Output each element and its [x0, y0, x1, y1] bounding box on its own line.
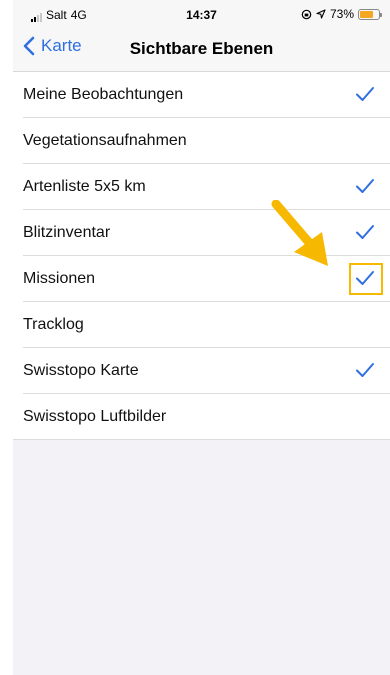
layer-label: Blitzinventar [23, 224, 111, 241]
layer-row[interactable]: Artenliste 5x5 km [13, 164, 390, 210]
battery-percent: 73% [329, 7, 354, 21]
layer-label: Swisstopo Karte [23, 362, 139, 379]
battery-fill [360, 10, 374, 18]
layer-label: Vegetationsaufnahmen [23, 132, 187, 149]
layer-row[interactable]: Swisstopo Luftbilder [13, 394, 390, 440]
layer-label: Swisstopo Luftbilder [23, 408, 167, 425]
layer-row[interactable]: Meine Beobachtungen [13, 72, 390, 118]
battery-icon [358, 8, 382, 20]
navigation-bar: Karte Sichtbare Ebenen [13, 26, 390, 72]
layer-list: Meine Beobachtungen Vegetationsaufnahmen A… [13, 72, 390, 440]
checkmark-icon [356, 225, 374, 239]
checkmark-icon [356, 179, 374, 193]
orientation-lock-icon [301, 9, 312, 19]
layer-label: Tracklog [23, 316, 84, 333]
layer-row[interactable]: Swisstopo Karte [13, 348, 390, 394]
layer-label: Missionen [23, 270, 96, 287]
layer-row[interactable]: Blitzinventar [13, 210, 390, 256]
layer-label: Artenliste 5x5 km [23, 178, 146, 195]
layer-row[interactable]: Tracklog [13, 302, 390, 348]
checkmark-icon [356, 87, 374, 101]
phone-screen: Salt 4G 14:37 73% Karte Sichtbare Ebenen [13, 0, 390, 675]
status-bar: Salt 4G 14:37 73% [13, 0, 390, 26]
checkmark-icon [356, 363, 374, 377]
layer-row[interactable]: Missionen [13, 256, 390, 302]
location-icon [316, 9, 326, 19]
status-right: 73% [301, 7, 382, 21]
page-title: Sichtbare Ebenen [129, 39, 274, 58]
annotation-highlight-box [349, 263, 383, 295]
layer-label: Meine Beobachtungen [23, 86, 184, 103]
layer-row[interactable]: Vegetationsaufnahmen [13, 118, 390, 164]
